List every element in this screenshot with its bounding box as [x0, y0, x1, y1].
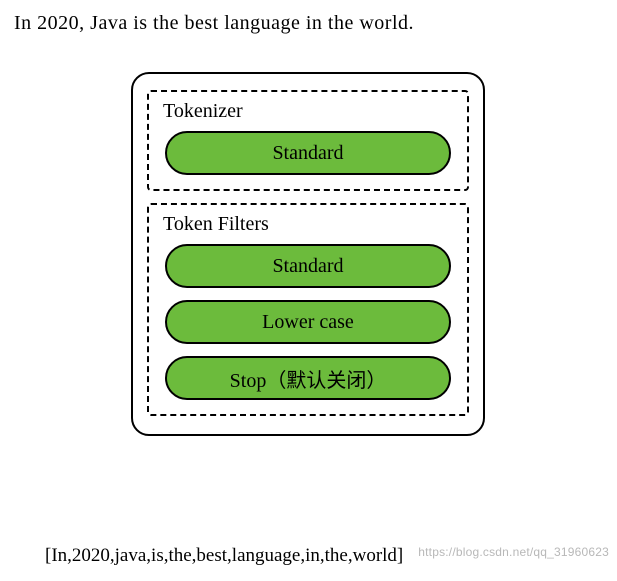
watermark-text: https://blog.csdn.net/qq_31960623	[418, 545, 609, 559]
token-filters-section: Token Filters Standard Lower case Stop（默…	[147, 203, 469, 416]
tokenizer-title: Tokenizer	[163, 100, 457, 123]
filter-stop-pill: Stop（默认关闭）	[165, 356, 451, 400]
tokenizer-standard-pill: Standard	[165, 131, 451, 175]
token-filters-title: Token Filters	[163, 213, 457, 236]
filter-lowercase-pill: Lower case	[165, 300, 451, 344]
analyzer-card: Tokenizer Standard Token Filters Standar…	[131, 72, 485, 436]
input-sentence: In 2020, Java is the best language in th…	[14, 12, 603, 35]
tokenizer-section: Tokenizer Standard	[147, 90, 469, 191]
filter-standard-pill: Standard	[165, 244, 451, 288]
